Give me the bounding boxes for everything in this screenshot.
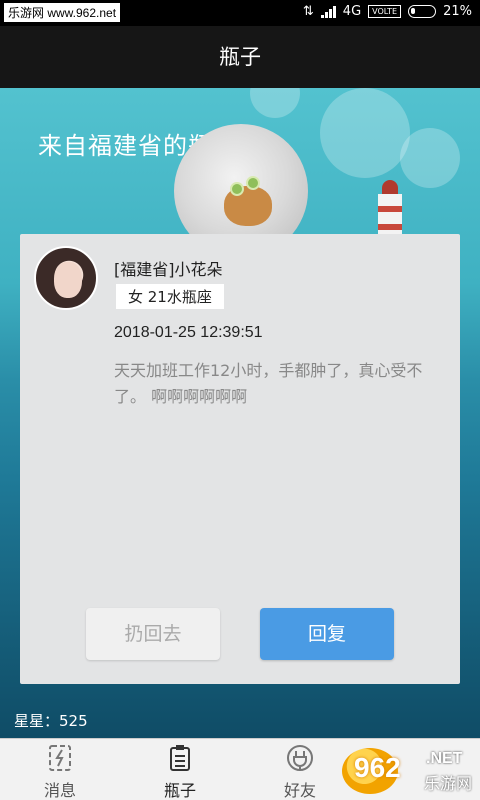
bubble-decoration — [400, 128, 460, 188]
sender-name: [福建省]小花朵 — [114, 260, 223, 279]
message-timestamp: 2018-01-25 12:39:51 — [114, 324, 263, 341]
throw-back-button[interactable]: 扔回去 — [86, 608, 220, 660]
watermark-text: 乐游网 www.962.net — [4, 3, 121, 22]
signal-icon — [320, 5, 336, 18]
data-transfer-icon: ⇅ — [302, 4, 314, 19]
reply-button[interactable]: 回复 — [260, 608, 394, 660]
page-title: 瓶子 — [219, 45, 261, 69]
bottle-message-dialog: [福建省]小花朵 女 21水瓶座 2018-01-25 12:39:51 天天加… — [20, 234, 460, 684]
network-type: 4G — [342, 4, 362, 19]
bubble-decoration — [250, 88, 300, 118]
message-text: 天天加班工作12小时，手都肿了，真心受不了。 啊啊啊啊啊啊 — [114, 361, 423, 406]
status-bar: 乐游网 www.962.net ⇅ 4G VOLTE 21% — [0, 0, 480, 26]
sender-info-badge: 女 21水瓶座 — [116, 284, 224, 309]
volte-badge: VOLTE — [368, 5, 402, 18]
battery-percent: 21% — [443, 4, 472, 19]
bottle-icon — [165, 743, 195, 773]
bubble-decoration — [320, 88, 410, 178]
tab-messages[interactable]: 消息 — [0, 739, 120, 800]
stars-count: 星星：525 — [14, 712, 88, 730]
tab-bottle[interactable]: 瓶子 — [120, 739, 240, 800]
cucumber-slice — [230, 182, 244, 196]
friends-icon — [285, 743, 315, 773]
watermark-logo: 962 .NET 乐游网 — [342, 748, 474, 794]
cucumber-slice — [246, 176, 260, 190]
status-icons: ⇅ 4G VOLTE 21% — [303, 4, 472, 19]
avatar[interactable] — [34, 246, 98, 310]
tab-label: 瓶子 — [163, 781, 196, 800]
title-bar: 瓶子 — [0, 26, 480, 88]
message-icon — [45, 743, 75, 773]
tab-label: 消息 — [43, 781, 76, 800]
battery-icon — [408, 5, 437, 18]
